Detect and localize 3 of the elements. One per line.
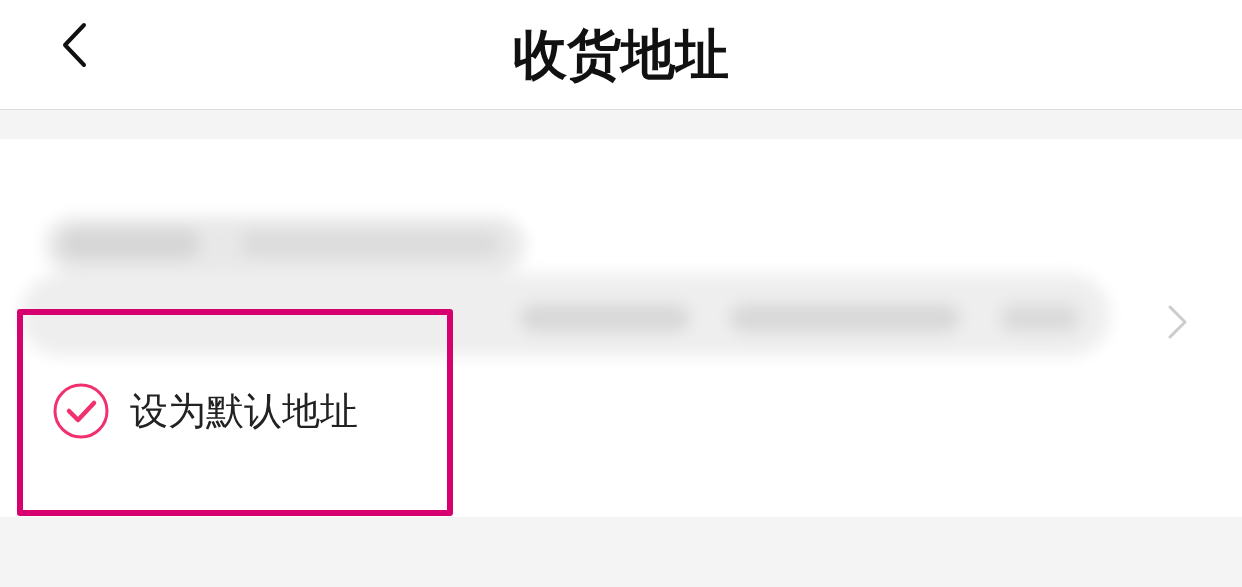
checkbox[interactable] [52, 382, 110, 440]
page-title: 收货地址 [513, 27, 729, 82]
checkbox-label: 设为默认地址 [130, 392, 358, 430]
